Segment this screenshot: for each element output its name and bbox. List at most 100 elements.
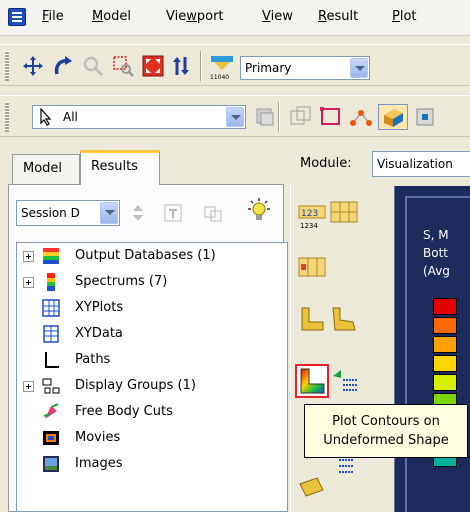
tree-item-label: Free Body Cuts [75, 404, 173, 419]
output-database-icon [43, 248, 59, 264]
view-combo[interactable]: Primary [240, 56, 370, 80]
toolbar-separator [278, 102, 280, 132]
free-body-cut-icon [43, 403, 59, 419]
tree-item-paths[interactable]: Paths [17, 349, 287, 371]
tree-item-images[interactable]: Images [17, 453, 287, 475]
menu-bar: File Model Viewport View Result Plot [0, 0, 470, 36]
tree-item-spectrums[interactable]: Spectrums (7) [17, 271, 287, 293]
tab-model[interactable]: Model [12, 154, 80, 184]
tree-item-label: XYPlots [75, 300, 124, 315]
tree-item-label: Display Groups (1) [75, 378, 196, 393]
selection-options-icon[interactable] [252, 104, 278, 130]
replace-selection-icon[interactable] [288, 104, 314, 130]
select-nodes-icon[interactable] [348, 104, 374, 130]
render-style-icon[interactable] [412, 104, 438, 130]
chevron-down-icon[interactable] [350, 58, 368, 78]
module-combo-value: Visualization [377, 157, 453, 171]
app-menu-icon[interactable] [8, 8, 26, 26]
tree-item-label: Movies [75, 430, 121, 445]
box-select-icon[interactable] [318, 104, 344, 130]
tree-item-label: Paths [75, 352, 111, 367]
tooltip-line1: Plot Contours on [332, 414, 440, 429]
results-tree: Output Databases (1) Spectrums (7) XYPlo… [16, 242, 288, 512]
tab-model-label: Model [23, 161, 63, 176]
tooltip-line2: Undeformed Shape [323, 433, 449, 448]
chevron-down-icon[interactable] [226, 107, 244, 127]
legend-swatch [433, 298, 457, 315]
visualization-toolbox: 123 1234 [290, 184, 394, 512]
auto-fit-icon[interactable] [140, 53, 166, 79]
tree-item-label: Output Databases (1) [75, 248, 216, 263]
lightbulb-icon[interactable] [244, 196, 274, 226]
expand-icon[interactable] [23, 381, 34, 392]
expand-tree-icon[interactable] [160, 200, 186, 226]
module-combo[interactable]: Visualization [372, 151, 470, 177]
plot-contours-undeformed-icon[interactable] [295, 364, 329, 398]
svg-text:123: 123 [301, 209, 318, 219]
menu-result[interactable]: Result [318, 9, 358, 24]
movie-icon [43, 431, 59, 445]
tree-item-label: Images [75, 456, 123, 471]
session-combo-value: Session D [21, 206, 80, 220]
toolbar-separator [200, 51, 202, 81]
selection-filter-value: All [63, 110, 78, 124]
legend-swatch [433, 317, 457, 334]
magnify-icon[interactable] [80, 53, 106, 79]
view-toolbar: 11040 Primary [0, 44, 470, 86]
box-zoom-icon[interactable] [110, 53, 136, 79]
plot-undeformed-icon[interactable] [297, 304, 327, 334]
menu-file[interactable]: File [42, 9, 64, 24]
tree-item-xyplots[interactable]: XYPlots [17, 297, 287, 319]
legend-title: S, M [423, 228, 449, 242]
tree-item-movies[interactable]: Movies [17, 427, 287, 449]
expand-icon[interactable] [23, 277, 34, 288]
tree-item-label: Spectrums (7) [75, 274, 168, 289]
image-icon [43, 456, 59, 472]
menu-plot[interactable]: Plot [392, 9, 417, 24]
chevron-down-icon[interactable] [100, 202, 118, 224]
view-manipulation-icon[interactable]: 11040 [208, 53, 238, 80]
selection-toolbar: All [0, 95, 470, 137]
tree-item-xydata[interactable]: XYData [17, 323, 287, 345]
numbered-grid-icon[interactable]: 123 1234 [297, 202, 327, 232]
plot-symbols-icon[interactable] [331, 454, 361, 484]
tree-item-output-databases[interactable]: Output Databases (1) [17, 245, 287, 267]
toolbar-grip[interactable] [5, 102, 9, 132]
collapse-tree-icon[interactable] [200, 200, 226, 226]
legend-swatch [433, 374, 457, 391]
tab-results[interactable]: Results [80, 150, 160, 185]
svg-text:1234: 1234 [300, 222, 318, 230]
tooltip: Plot Contours on Undeformed Shape [304, 404, 468, 458]
view-combo-value: Primary [245, 61, 292, 75]
toolbar-grip[interactable] [5, 51, 9, 81]
legend-subtitle: Bott [423, 246, 448, 260]
display-body-icon[interactable] [378, 104, 408, 130]
cursor-icon [40, 108, 52, 126]
viewport-canvas[interactable]: S, M Bott (Avg [394, 186, 470, 512]
spectrum-icon [47, 273, 55, 291]
tree-item-display-groups[interactable]: Display Groups (1) [17, 375, 287, 397]
legend-swatch [433, 336, 457, 353]
field-output-icon[interactable] [297, 252, 327, 282]
expand-icon[interactable] [23, 251, 34, 262]
svg-text:11040: 11040 [210, 74, 229, 80]
module-label: Module: [300, 156, 352, 171]
legend-averaging: (Avg [423, 264, 450, 278]
selection-filter-combo[interactable]: All [32, 105, 246, 129]
menu-view[interactable]: View [262, 9, 293, 24]
spin-arrows-icon[interactable] [128, 202, 148, 224]
display-group-icon [42, 378, 60, 394]
multi-grid-icon[interactable] [329, 198, 359, 228]
tree-item-free-body-cuts[interactable]: Free Body Cuts [17, 401, 287, 423]
cycle-views-icon[interactable] [168, 53, 194, 79]
animate-icon[interactable] [297, 474, 327, 504]
legend-swatch [433, 355, 457, 372]
contour-options-icon[interactable] [331, 366, 361, 396]
menu-model[interactable]: Model [92, 9, 131, 24]
session-combo[interactable]: Session D [16, 200, 120, 226]
plot-deformed-icon[interactable] [329, 304, 359, 334]
pan-icon[interactable] [20, 53, 46, 79]
path-icon [45, 352, 59, 368]
rotate-icon[interactable] [50, 53, 76, 79]
menu-viewport[interactable]: Viewport [166, 9, 224, 24]
